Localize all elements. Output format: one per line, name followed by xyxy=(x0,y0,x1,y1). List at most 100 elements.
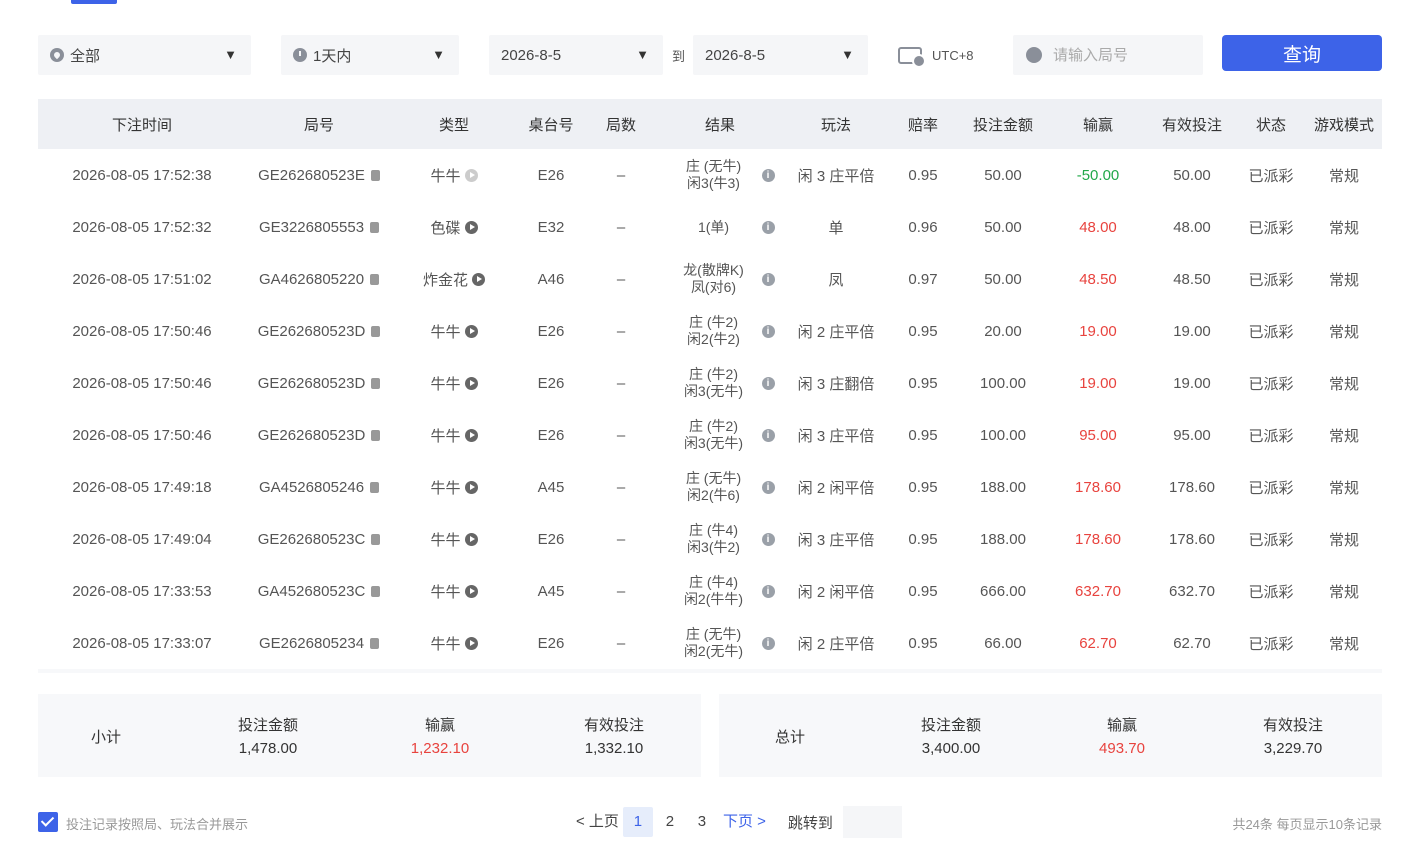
info-icon[interactable]: i xyxy=(761,376,775,390)
play-cell: 闲 3 庄平倍 xyxy=(797,531,875,549)
replay-icon[interactable] xyxy=(464,584,478,598)
time-range-select[interactable]: 1天内 ▼ xyxy=(281,35,459,75)
info-icon[interactable]: i xyxy=(761,324,775,338)
winloss-cell: 95.00 xyxy=(1079,426,1117,444)
info-icon[interactable]: i xyxy=(761,636,775,650)
play-cell: 凤 xyxy=(828,271,844,289)
copy-icon[interactable] xyxy=(371,377,381,389)
timezone-selector[interactable]: UTC+8 xyxy=(898,41,974,69)
info-icon[interactable]: i xyxy=(761,584,775,598)
replay-icon[interactable] xyxy=(464,376,478,390)
table-no-cell: E26 xyxy=(537,530,565,548)
game-type: 牛牛 xyxy=(430,323,461,341)
mode-cell: 常规 xyxy=(1328,323,1359,341)
result-line-1: 庄 (牛2) xyxy=(689,314,738,330)
odds-cell: 0.95 xyxy=(908,634,938,652)
bet-time-cell: 2026-08-05 17:50:46 xyxy=(72,322,212,340)
result-line-2: 闲3(无牛) xyxy=(683,383,744,399)
subtotal-panel: 小计 投注金额 1,478.00 输赢 1,232.10 有效投注 1,332.… xyxy=(38,694,701,777)
result-line-2: 凤(对6) xyxy=(690,279,737,295)
jump-page-input[interactable] xyxy=(842,806,902,838)
status-cell: 已派彩 xyxy=(1248,219,1294,237)
round-cell: GE262680523D xyxy=(246,305,392,357)
total-valid-value: 3,229.70 xyxy=(1263,740,1323,757)
replay-icon[interactable] xyxy=(464,480,478,494)
date-to-select[interactable]: 2026-8-5 ▼ xyxy=(693,35,868,75)
result-line-2: 闲2(无牛) xyxy=(683,643,744,659)
round-search-input[interactable] xyxy=(1051,45,1195,65)
result-line-2: 闲2(牛2) xyxy=(687,331,740,347)
odds-cell: 0.95 xyxy=(908,166,938,184)
next-page-button[interactable]: 下页 > xyxy=(723,807,766,837)
page-3-button[interactable]: 3 xyxy=(687,807,717,837)
info-icon[interactable]: i xyxy=(761,220,775,234)
header-play: 玩法 xyxy=(784,99,888,149)
replay-icon[interactable] xyxy=(464,428,478,442)
bet-time-cell: 2026-08-05 17:50:46 xyxy=(72,426,212,444)
mode-cell: 常规 xyxy=(1328,531,1359,549)
total-panel: 总计 投注金额 3,400.00 输赢 493.70 有效投注 3,229.70 xyxy=(719,694,1382,777)
category-icon xyxy=(50,48,64,62)
page-1-button[interactable]: 1 xyxy=(622,807,653,837)
copy-icon[interactable] xyxy=(371,325,381,337)
table-no-cell: E32 xyxy=(537,218,565,236)
date-to-label: 到 xyxy=(672,49,686,64)
result-cell: 庄 (牛4) 闲3(牛2) i xyxy=(656,513,784,565)
dropdown-caret-icon: ▼ xyxy=(432,47,445,62)
subtotal-winloss: 输赢 1,232.10 xyxy=(380,714,500,760)
header-table-no: 桌台号 xyxy=(516,99,586,149)
total-winloss-value: 493.70 xyxy=(1099,740,1145,757)
table-no-cell: A46 xyxy=(537,270,565,288)
winloss-cell: 62.70 xyxy=(1079,634,1117,652)
odds-cell: 0.95 xyxy=(908,426,938,444)
category-select[interactable]: 全部 ▼ xyxy=(38,35,251,75)
winloss-cell: 178.60 xyxy=(1075,530,1121,548)
status-cell: 已派彩 xyxy=(1248,531,1294,549)
type-cell: 牛牛 xyxy=(392,305,516,357)
date-from-select[interactable]: 2026-8-5 ▼ xyxy=(489,35,663,75)
info-icon[interactable]: i xyxy=(761,428,775,442)
copy-icon[interactable] xyxy=(371,429,381,441)
copy-icon[interactable] xyxy=(370,169,380,181)
mode-cell: 常规 xyxy=(1328,479,1359,497)
info-icon[interactable]: i xyxy=(761,272,775,286)
copy-icon[interactable] xyxy=(371,533,381,545)
header-valid: 有效投注 xyxy=(1148,99,1236,149)
play-cell: 闲 2 闲平倍 xyxy=(797,583,875,601)
merge-records-checkbox[interactable] xyxy=(38,812,58,832)
round-search-box[interactable] xyxy=(1013,35,1203,75)
amount-cell: 66.00 xyxy=(984,634,1022,652)
copy-icon[interactable] xyxy=(370,221,380,233)
replay-icon[interactable] xyxy=(464,324,478,338)
prev-page-button[interactable]: < 上页 xyxy=(576,807,619,837)
mode-cell: 常规 xyxy=(1328,219,1359,237)
replay-icon[interactable] xyxy=(464,168,478,182)
type-cell: 牛牛 xyxy=(392,617,516,669)
query-button[interactable]: 查询 xyxy=(1222,35,1382,71)
info-icon[interactable]: i xyxy=(761,168,775,182)
result-line-1: 庄 (牛2) xyxy=(689,418,738,434)
replay-icon[interactable] xyxy=(472,272,485,286)
replay-icon[interactable] xyxy=(464,220,478,234)
replay-icon[interactable] xyxy=(464,532,478,546)
type-cell: 炸金花 xyxy=(392,253,516,305)
bet-time-cell: 2026-08-05 17:33:07 xyxy=(72,634,212,652)
copy-icon[interactable] xyxy=(370,481,380,493)
amount-cell: 100.00 xyxy=(980,374,1026,392)
copy-icon[interactable] xyxy=(370,273,380,285)
info-icon[interactable]: i xyxy=(761,480,775,494)
mode-cell: 常规 xyxy=(1328,375,1359,393)
status-cell: 已派彩 xyxy=(1248,271,1294,289)
copy-icon[interactable] xyxy=(370,637,380,649)
pagination-footer: 投注记录按照局、玩法合并展示 < 上页 1 2 3 下页 > 跳转到 共24条 … xyxy=(38,805,1382,839)
subtotal-amount: 投注金额 1,478.00 xyxy=(208,714,328,760)
status-cell: 已派彩 xyxy=(1248,635,1294,653)
copy-icon[interactable] xyxy=(371,585,381,597)
result-line-1: 1(单) xyxy=(697,218,730,235)
replay-icon[interactable] xyxy=(464,636,478,650)
round-id: GA4526805246 xyxy=(258,478,365,496)
result-line-1: 庄 (牛2) xyxy=(689,366,738,382)
page-2-button[interactable]: 2 xyxy=(655,807,685,837)
round-id: GE262680523E xyxy=(258,166,365,184)
info-icon[interactable]: i xyxy=(761,532,775,546)
